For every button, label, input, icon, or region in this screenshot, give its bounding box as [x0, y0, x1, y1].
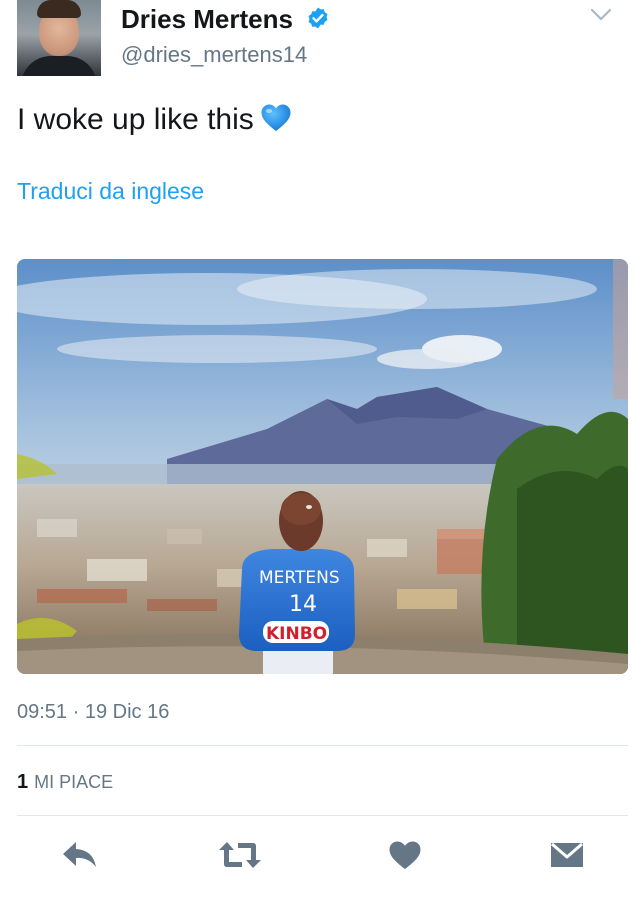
- author-name[interactable]: Dries Mertens: [121, 4, 293, 35]
- likes-stat[interactable]: 1 MI PIACE: [17, 771, 113, 794]
- retweet-icon: [219, 842, 261, 868]
- blue-heart-icon: [261, 104, 291, 131]
- tweet-timestamp[interactable]: 09:51 · 19 Dic 16: [17, 701, 169, 724]
- figurine-shirt-number: 14: [289, 592, 317, 617]
- like-heart-icon: [389, 841, 421, 869]
- direct-message-icon: [551, 842, 583, 867]
- direct-message-button[interactable]: [545, 835, 589, 875]
- reply-button[interactable]: [58, 835, 102, 875]
- figurine-shirt-sponsor: KINBO: [266, 624, 327, 644]
- verified-badge-icon: [308, 7, 328, 29]
- chevron-down-icon[interactable]: [590, 8, 612, 22]
- avatar-shirt: [21, 56, 97, 76]
- likes-count: 1: [17, 771, 29, 793]
- tweet-date: 19 Dic 16: [84, 701, 170, 723]
- avatar[interactable]: [17, 0, 101, 76]
- retweet-button[interactable]: [218, 835, 262, 875]
- tweet-body: I woke up like this: [17, 103, 254, 136]
- tweet-text: I woke up like this: [17, 103, 292, 137]
- author-handle[interactable]: @dries_mertens14: [121, 42, 307, 68]
- divider: [17, 745, 628, 746]
- tweet-image[interactable]: MERTENS 14 KINBO: [17, 259, 628, 674]
- translate-link[interactable]: Traduci da inglese: [17, 178, 204, 205]
- naples-vesuvius-photo: MERTENS 14 KINBO: [17, 259, 628, 674]
- reply-icon: [63, 842, 96, 867]
- likes-label: MI PIACE: [34, 772, 114, 792]
- divider: [17, 815, 628, 816]
- like-button[interactable]: [383, 835, 427, 875]
- figurine-shirt-name: MERTENS: [259, 568, 340, 588]
- avatar-hair: [37, 0, 81, 18]
- timestamp-separator: ·: [72, 701, 80, 723]
- tweet-header: Dries Mertens @dries_mertens14: [0, 0, 635, 90]
- tweet-time: 09:51: [17, 701, 68, 723]
